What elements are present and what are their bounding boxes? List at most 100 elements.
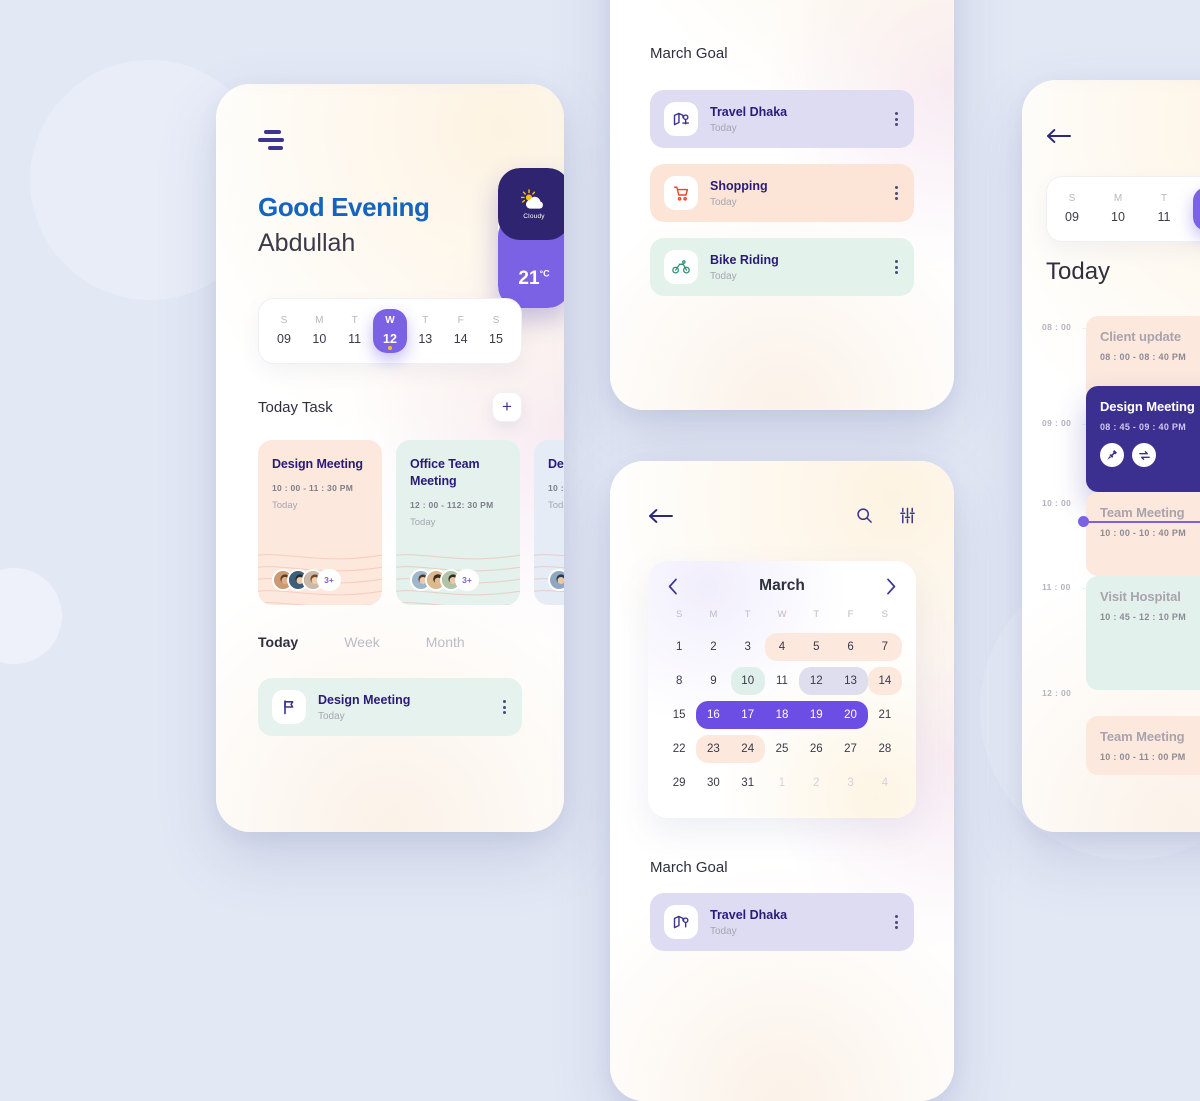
calendar-day-cell[interactable]: 6 [833,630,868,664]
calendar-day-cell[interactable]: 28 [868,732,902,766]
calendar-day-cell[interactable]: 30 [696,766,730,800]
calendar-day-number: 11 [776,675,788,687]
calendar-day-cell[interactable]: 18 [764,698,800,732]
calendar-day-cell[interactable]: 2 [799,766,833,800]
date-cell[interactable]: M 10 [302,309,336,353]
calendar-day-cell[interactable]: 5 [799,630,834,664]
tab-month[interactable]: Month [426,634,465,650]
calendar-day-cell[interactable]: 29 [662,766,696,800]
timeline-event-title: Design Meeting [1100,399,1195,414]
date-day-number: 12 [1193,210,1200,224]
date-day-name: W [385,315,395,326]
add-task-button[interactable]: + [492,392,522,422]
date-cell[interactable]: S 09 [267,309,301,353]
calendar-day-cell[interactable]: 3 [731,630,765,664]
timeline-event[interactable]: Team Meeting 10 : 00 - 11 : 00 PM [1086,716,1200,775]
calendar-day-cell[interactable]: 20 [833,698,868,732]
tab-week[interactable]: Week [344,634,380,650]
today-task-card-list[interactable]: Design Meeting 10 : 00 - 11 : 30 PM Toda… [258,440,564,605]
search-icon[interactable] [856,507,873,524]
task-card-title: Design Meeting [548,457,564,471]
calendar-day-cell[interactable]: 31 [731,766,765,800]
task-card[interactable]: Design Meeting 10 : 00 - 11 : 30 PM Toda… [534,440,564,605]
weather-widget[interactable]: 21°C Cloudy [498,168,564,308]
task-card[interactable]: Design Meeting 10 : 00 - 11 : 30 PM Toda… [258,440,382,605]
calendar-day-cell[interactable]: 15 [662,698,696,732]
calendar-day-cell[interactable]: 25 [765,732,799,766]
calendar-day-cell[interactable]: 23 [696,732,731,766]
calendar-day-cell[interactable]: 7 [867,630,903,664]
back-arrow-icon[interactable] [648,508,674,524]
timeline-event[interactable]: Visit Hospital 10 : 45 - 12 : 10 PM [1086,576,1200,690]
calendar-grid[interactable]: S M T W T F S 1 2 3 4 5 6 7 8 9 10 11 12… [662,609,903,800]
timeline-hour-label: 12 : 00 [1042,688,1072,698]
task-card-avatars[interactable]: 3+ [272,569,341,591]
calendar-day-number: 10 [741,675,755,687]
goal-item-travel[interactable]: Travel Dhaka Today [650,90,914,148]
calendar-day-cell[interactable]: 2 [696,630,730,664]
timeline-event-active[interactable]: Design Meeting 08 : 45 - 09 : 40 PM [1086,386,1200,492]
goal-item-menu-icon[interactable] [895,260,900,274]
date-cell-selected[interactable]: W 12 [372,309,407,353]
goal-item-menu-icon[interactable] [895,915,900,929]
date-cell[interactable]: T 11 [1147,187,1181,231]
task-card-avatars[interactable]: 3+ [410,569,479,591]
date-cell[interactable]: T 11 [338,309,372,353]
goal-item-subtitle: Today [710,122,737,134]
timeline-event[interactable]: Team Meeting 10 : 00 - 10 : 40 PM [1086,492,1200,576]
calendar-day-cell[interactable]: 1 [662,630,696,664]
date-cell[interactable]: S 09 [1055,187,1089,231]
chevron-right-icon[interactable] [886,578,896,595]
calendar-day-cell[interactable]: 14 [867,664,903,698]
calendar-day-cell[interactable]: 13 [833,664,868,698]
date-cell[interactable]: F 14 [444,309,478,353]
calendar-weekday: T [813,609,820,620]
pin-icon[interactable] [1100,443,1124,467]
period-tabs[interactable]: Today Week Month [258,634,465,650]
date-cell[interactable]: M 10 [1101,187,1135,231]
calendar-day-cell[interactable]: 16 [696,698,731,732]
calendar-day-cell[interactable]: 11 [765,664,799,698]
calendar-day-cell[interactable]: 22 [662,732,696,766]
tab-today[interactable]: Today [258,634,298,650]
repeat-icon[interactable] [1132,443,1156,467]
calendar-day-cell[interactable]: 4 [764,630,800,664]
goal-item-menu-icon[interactable] [895,186,900,200]
calendar-day-cell[interactable]: 9 [696,664,730,698]
chevron-left-icon[interactable] [668,578,678,595]
date-day-name: F [457,315,464,326]
avatar-overflow-count[interactable]: 3+ [317,569,341,591]
calendar-day-cell[interactable]: 8 [662,664,696,698]
hamburger-menu-icon[interactable] [258,130,288,154]
date-cell-selected[interactable]: W 12 [1193,187,1200,231]
calendar-day-cell[interactable]: 10 [730,664,766,698]
goal-item-shopping[interactable]: Shopping Today [650,164,914,222]
calendar-day-cell[interactable]: 3 [833,766,867,800]
calendar-day-cell[interactable]: 12 [799,664,834,698]
calendar-day-cell[interactable]: 24 [730,732,766,766]
goal-item-menu-icon[interactable] [895,112,900,126]
calendar-day-cell[interactable]: 1 [765,766,799,800]
avatar-overflow-count[interactable]: 3+ [455,569,479,591]
task-card[interactable]: Office Team Meeting 12 : 00 - 112: 30 PM… [396,440,520,605]
timeline-list: 08 : 00 Client update 08 : 00 - 08 : 40 … [1042,316,1200,775]
calendar-day-cell[interactable]: 21 [868,698,902,732]
date-cell[interactable]: S 15 [479,309,513,353]
date-cell[interactable]: T 13 [408,309,442,353]
list-item-menu-icon[interactable] [503,700,508,714]
calendar-day-cell[interactable]: 17 [730,698,766,732]
calendar-day-cell[interactable]: 26 [799,732,833,766]
task-card-avatars[interactable] [548,569,564,591]
calendar-day-cell[interactable]: 19 [799,698,834,732]
filter-icon[interactable] [899,507,916,524]
calendar-day-cell[interactable]: 4 [868,766,902,800]
list-item[interactable]: Design Meeting Today [258,678,522,736]
calendar-day-cell[interactable]: 27 [833,732,867,766]
goal-item-bike[interactable]: Bike Riding Today [650,238,914,296]
task-list: Design Meeting Today [258,678,522,736]
sun-cloud-icon [520,188,543,209]
goal-item-preview[interactable]: Travel Dhaka Today [650,893,914,951]
avatar [548,569,564,591]
march-goal-title: March Goal [650,45,728,62]
back-arrow-icon[interactable] [1046,128,1072,144]
